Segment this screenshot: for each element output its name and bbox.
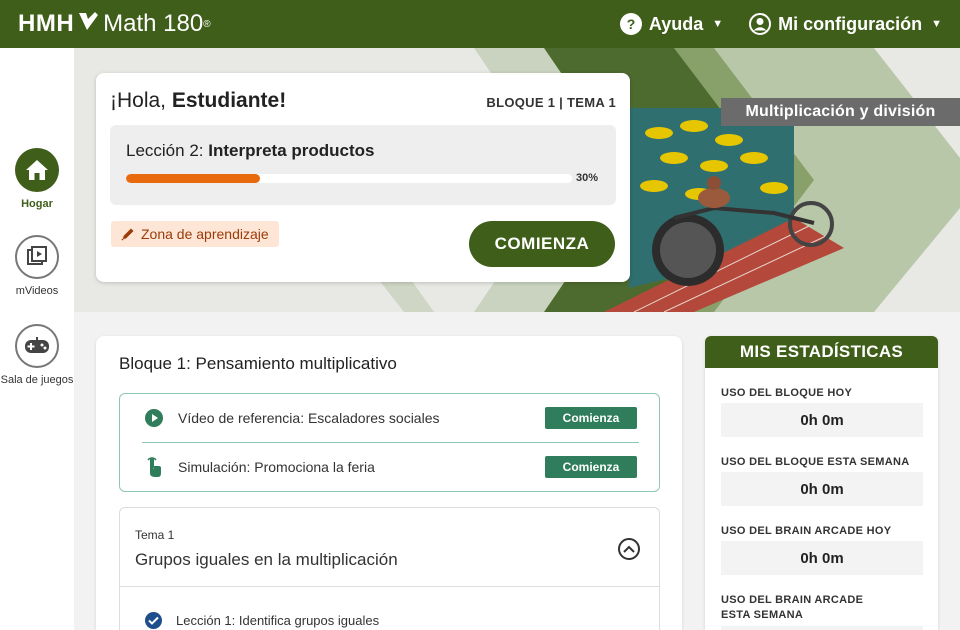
nav-label-game-room: Sala de juegos xyxy=(0,374,74,386)
stat-label: USO DEL BRAIN ARCADE ESTA SEMANA xyxy=(721,594,864,621)
play-circle-icon xyxy=(144,408,164,428)
logo-product: Math 180 xyxy=(103,10,204,37)
lesson-prefix: Lección 2: xyxy=(126,141,209,160)
greeting: ¡Hola, Estudiante! xyxy=(110,89,286,113)
current-lesson-box: Lección 2: Interpreta productos 30% xyxy=(110,125,616,205)
stat-label: USO DEL BLOQUE HOY xyxy=(721,387,853,399)
nav-item-home[interactable]: Hogar xyxy=(0,148,74,210)
lesson-title: Lección 1: Identifica grupos iguales xyxy=(176,613,380,628)
logo-registered: ® xyxy=(203,18,211,30)
block-card: Bloque 1: Pensamiento multiplicativo Víd… xyxy=(96,336,682,630)
settings-menu[interactable]: Mi configuración ▼ xyxy=(749,13,942,35)
stat-value: 0h 0m xyxy=(721,472,923,506)
chevron-down-icon: ▼ xyxy=(712,18,724,30)
svg-text:?: ? xyxy=(627,16,636,32)
reference-item: Vídeo de referencia: Escaladores sociale… xyxy=(120,394,659,442)
stat-value: 0h 0m xyxy=(721,541,923,575)
reference-list: Vídeo de referencia: Escaladores sociale… xyxy=(119,393,660,492)
home-icon xyxy=(15,148,59,192)
start-simulation-button[interactable]: Comienza xyxy=(545,456,637,478)
reference-title: Vídeo de referencia: Escaladores sociale… xyxy=(178,410,440,426)
nav-item-mvideos[interactable]: mVideos xyxy=(0,235,74,297)
collapse-chevron-up-icon[interactable] xyxy=(618,538,640,560)
left-nav-rail: Hogar mVideos Sala de juegos xyxy=(0,48,74,630)
stat-label: USO DEL BLOQUE ESTA SEMANA xyxy=(721,456,910,468)
check-circle-icon xyxy=(145,612,162,629)
help-label: Ayuda xyxy=(648,13,704,34)
stats-title: MIS ESTADÍSTICAS xyxy=(705,336,938,368)
reference-item: Simulación: Promociona la feria Comienza xyxy=(120,443,659,491)
welcome-card: ¡Hola, Estudiante! BLOQUE 1 | TEMA 1 Lec… xyxy=(96,73,630,282)
touch-icon xyxy=(144,457,164,477)
unit-badge: Multiplicación y división xyxy=(721,98,960,126)
lesson-name: Interpreta productos xyxy=(208,141,375,160)
block-title: Bloque 1: Pensamiento multiplicativo xyxy=(119,354,397,373)
gamepad-icon xyxy=(15,324,59,368)
nav-label-home: Hogar xyxy=(21,198,53,210)
lesson-progress-fill xyxy=(126,173,260,183)
logo-check-icon xyxy=(77,10,99,39)
nav-item-game-room[interactable]: Sala de juegos xyxy=(0,324,74,386)
stat-value xyxy=(721,626,923,630)
greeting-prefix: ¡Hola, xyxy=(110,89,172,112)
user-icon xyxy=(749,13,772,35)
learning-zone-button[interactable]: Zona de aprendizaje xyxy=(111,221,279,247)
current-lesson-title: Lección 2: Interpreta productos xyxy=(126,141,600,161)
tema-number: Tema 1 xyxy=(135,528,175,542)
stat-label: USO DEL BRAIN ARCADE HOY xyxy=(721,525,892,537)
help-menu[interactable]: ? Ayuda ▼ xyxy=(619,13,724,35)
start-video-button[interactable]: Comienza xyxy=(545,407,637,429)
logo-brand: HMH xyxy=(18,10,75,37)
my-stats-panel: MIS ESTADÍSTICAS USO DEL BLOQUE HOY 0h 0… xyxy=(705,336,938,630)
settings-label: Mi configuración xyxy=(778,13,923,34)
tema-header[interactable]: Tema 1 Grupos iguales en la multiplicaci… xyxy=(120,508,659,587)
block-tema-label: BLOQUE 1 | TEMA 1 xyxy=(486,95,616,110)
chevron-down-icon: ▼ xyxy=(931,18,942,30)
tema-name: Grupos iguales en la multiplicación xyxy=(135,550,398,569)
video-library-icon xyxy=(15,235,59,279)
nav-label-mvideos: mVideos xyxy=(15,285,59,297)
lesson-progress-bar xyxy=(126,173,572,183)
help-icon: ? xyxy=(619,13,642,35)
stat-value: 0h 0m xyxy=(721,403,923,437)
top-bar: HMH Math 180 ® ? Ayuda ▼ Mi configuración… xyxy=(0,0,960,48)
start-lesson-button[interactable]: COMIENZA xyxy=(469,221,615,267)
lesson-list-item[interactable]: Lección 1: Identifica grupos iguales xyxy=(145,612,379,629)
learning-zone-label: Zona de aprendizaje xyxy=(141,226,269,242)
greeting-name: Estudiante! xyxy=(171,89,287,112)
lesson-progress-percent: 30% xyxy=(576,172,599,184)
hmh-math180-logo[interactable]: HMH Math 180 ® xyxy=(18,10,211,39)
pencil-icon xyxy=(121,228,134,241)
reference-title: Simulación: Promociona la feria xyxy=(178,459,375,475)
tema-accordion: Tema 1 Grupos iguales en la multiplicaci… xyxy=(119,507,660,630)
